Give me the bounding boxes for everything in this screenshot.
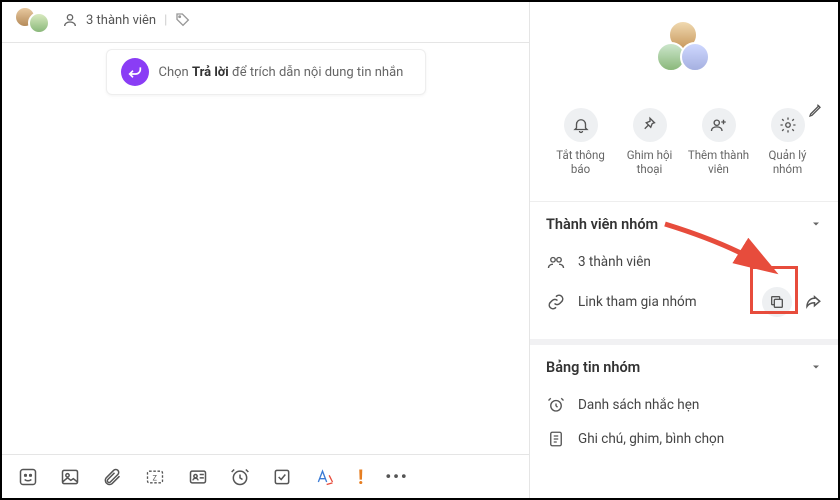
action-row: Tắt thông báo Ghim hội thoại Thêm thành … [542, 80, 826, 187]
share-link-button[interactable] [804, 293, 822, 311]
add-member-action[interactable]: Thêm thành viên [684, 108, 753, 177]
invite-link-label[interactable]: Link tham gia nhóm [578, 294, 697, 310]
add-member-icon [702, 108, 736, 142]
group-avatar-large[interactable] [656, 20, 712, 76]
reply-hint-text: Chọn Trả lời để trích dẫn nội dung tin n… [159, 65, 404, 80]
chevron-down-icon [810, 218, 822, 230]
mute-action[interactable]: Tắt thông báo [546, 108, 615, 177]
tag-icon[interactable] [175, 12, 191, 28]
bell-icon [564, 108, 598, 142]
note-icon [546, 430, 566, 448]
copy-icon [769, 294, 785, 310]
chevron-down-icon [810, 361, 822, 373]
more-icon[interactable]: ••• [385, 467, 408, 486]
sticker-icon[interactable] [18, 467, 38, 487]
chat-body [2, 95, 529, 454]
task-icon[interactable] [272, 467, 292, 487]
link-icon [546, 293, 566, 311]
alarm-icon [546, 396, 566, 414]
edit-name-icon[interactable] [808, 102, 824, 118]
members-icon [546, 253, 566, 271]
pin-action[interactable]: Ghim hội thoại [615, 108, 684, 177]
attachment-icon[interactable] [102, 467, 122, 487]
invite-link-row: Link tham gia nhóm [546, 279, 822, 325]
reply-badge-icon [121, 58, 149, 86]
board-section-header[interactable]: Bảng tin nhóm [546, 359, 822, 376]
screenshot-icon[interactable]: Z [144, 467, 166, 487]
members-icon [62, 12, 78, 28]
chat-pane: 3 thành viên | Chọn Trả lời để trích dẫn… [2, 2, 530, 498]
members-section: Thành viên nhóm 3 thành viên Link tham g… [530, 202, 838, 345]
format-text-icon[interactable] [314, 467, 336, 487]
members-section-header[interactable]: Thành viên nhóm [546, 216, 822, 233]
group-avatar-small[interactable] [14, 6, 54, 34]
pin-icon [633, 108, 667, 142]
gear-icon [771, 108, 805, 142]
notes-row[interactable]: Ghi chú, ghim, bình chọn [546, 422, 822, 456]
member-count-row[interactable]: 3 thành viên [546, 245, 822, 279]
separator: | [164, 13, 167, 28]
info-pane: Tắt thông báo Ghim hội thoại Thêm thành … [530, 2, 838, 498]
chat-header: 3 thành viên | [2, 2, 529, 43]
reminders-row[interactable]: Danh sách nhắc hẹn [546, 388, 822, 422]
reminder-clock-icon[interactable] [230, 467, 250, 487]
member-count-label: 3 thành viên [86, 13, 156, 28]
copy-link-button[interactable] [762, 287, 792, 317]
manage-action[interactable]: Quản lý nhóm [753, 108, 822, 177]
contact-card-icon[interactable] [188, 467, 208, 487]
composer-toolbar: Z ! ••• [2, 454, 529, 498]
board-section: Bảng tin nhóm Danh sách nhắc hẹn Ghi chú… [530, 345, 838, 470]
reply-hint-banner: Chọn Trả lời để trích dẫn nội dung tin n… [106, 49, 426, 95]
svg-text:Z: Z [153, 473, 158, 482]
info-top: Tắt thông báo Ghim hội thoại Thêm thành … [530, 2, 838, 202]
image-icon[interactable] [60, 467, 80, 487]
priority-icon[interactable]: ! [358, 465, 363, 489]
